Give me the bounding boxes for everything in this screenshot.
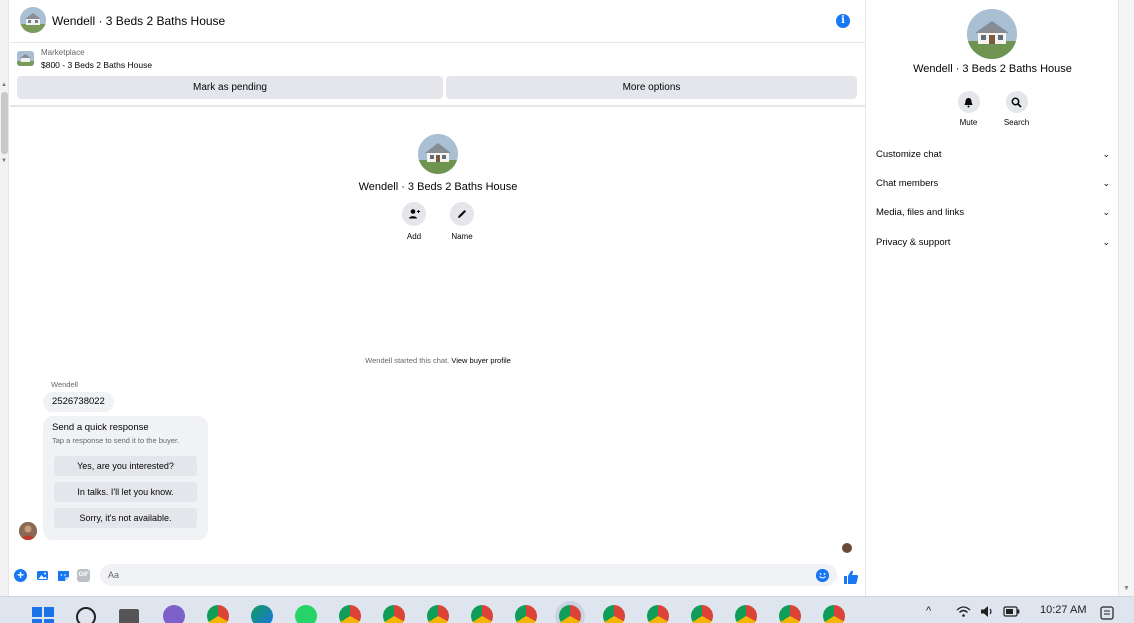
menu-item-label: Chat members — [876, 177, 939, 189]
profile-avatar[interactable] — [418, 134, 458, 174]
speaker-icon[interactable] — [980, 605, 994, 621]
listing-bar: Marketplace $800 - 3 Beds 2 Baths House … — [10, 44, 866, 107]
chrome-profile-icon[interactable] — [779, 605, 801, 623]
menu-customize-chat[interactable]: Customize chat ⌄ — [876, 143, 1110, 165]
chrome-profile-icon[interactable] — [823, 605, 845, 623]
edit-name-button[interactable]: Name — [450, 202, 474, 241]
message-composer: + GIF — [10, 563, 866, 587]
thumbs-up-icon[interactable] — [843, 569, 859, 584]
quick-response-title: Send a quick response — [52, 422, 149, 433]
message-sender-name: Wendell — [51, 380, 78, 389]
bell-icon — [957, 91, 980, 113]
edge-icon[interactable] — [251, 605, 273, 623]
chrome-profile-icon[interactable] — [339, 605, 361, 623]
plus-icon[interactable]: + — [14, 569, 27, 582]
task-view-icon[interactable] — [119, 609, 139, 623]
mute-button[interactable]: Mute — [957, 91, 981, 127]
windows-start-icon[interactable] — [32, 607, 54, 623]
chrome-profile-icon[interactable] — [515, 605, 537, 623]
gif-icon[interactable]: GIF — [77, 569, 90, 582]
add-person-icon — [402, 202, 426, 226]
menu-item-label: Customize chat — [876, 148, 942, 160]
chrome-profile-icon[interactable] — [427, 605, 449, 623]
add-label: Add — [406, 232, 422, 241]
photo-icon[interactable] — [36, 569, 49, 582]
menu-item-label: Privacy & support — [876, 236, 951, 248]
wifi-icon[interactable] — [956, 605, 971, 621]
chat-pane: Wendell · 3 Beds 2 Baths House i Marketp… — [10, 0, 866, 596]
listing-label: Marketplace — [41, 48, 85, 57]
mark-pending-button[interactable]: Mark as pending — [17, 76, 443, 99]
chevron-down-icon: ⌄ — [1102, 236, 1110, 247]
quick-response-option[interactable]: Yes, are you interested? — [54, 456, 197, 476]
message-bubble[interactable]: 2526738022 — [43, 392, 114, 412]
right-scrollbar[interactable]: ▼ — [1118, 0, 1134, 596]
chrome-profile-icon-active[interactable] — [559, 605, 581, 623]
left-scrollbar[interactable]: ▲ ▼ — [0, 0, 9, 596]
chat-header: Wendell · 3 Beds 2 Baths House i — [10, 0, 866, 43]
info-icon[interactable]: i — [836, 14, 850, 28]
search-conversation-button[interactable]: Search — [1003, 91, 1030, 127]
chevron-down-icon: ⌄ — [1102, 206, 1110, 217]
chrome-icon[interactable] — [207, 605, 229, 623]
add-people-button[interactable]: Add — [402, 202, 426, 241]
chat-profile-card: Wendell · 3 Beds 2 Baths House Add Name — [10, 134, 866, 241]
clock-time[interactable]: 10:27 AM — [1040, 604, 1086, 616]
sender-avatar[interactable] — [19, 522, 37, 540]
sticker-icon[interactable] — [57, 569, 70, 582]
details-name: Wendell · 3 Beds 2 Baths House — [913, 63, 1072, 75]
scroll-down-icon[interactable]: ▼ — [1123, 585, 1130, 592]
quick-response-subtitle: Tap a response to send it to the buyer. — [52, 436, 180, 445]
scroll-down-icon[interactable]: ▼ — [1, 158, 7, 164]
listing-thumbnail[interactable] — [17, 51, 34, 66]
scroll-thumb[interactable] — [1, 92, 8, 154]
emoji-icon[interactable] — [816, 569, 829, 582]
quick-response-option[interactable]: Sorry, it's not available. — [54, 508, 197, 528]
search-label: Search — [1003, 118, 1030, 127]
conversation-title[interactable]: Wendell · 3 Beds 2 Baths House — [52, 14, 225, 28]
chevron-up-icon[interactable]: ^ — [926, 605, 931, 617]
chevron-down-icon: ⌄ — [1102, 148, 1110, 159]
conversation-details-panel: Wendell · 3 Beds 2 Baths House Mute Sear… — [867, 0, 1118, 596]
menu-privacy-support[interactable]: Privacy & support ⌄ — [876, 231, 1110, 253]
quick-response-card: Send a quick response Tap a response to … — [43, 416, 208, 540]
message-input[interactable] — [100, 564, 837, 586]
chrome-profile-icon[interactable] — [603, 605, 625, 623]
chrome-profile-icon[interactable] — [647, 605, 669, 623]
taskbar: ^ 10:27 AM — [0, 596, 1134, 623]
listing-price-title[interactable]: $800 - 3 Beds 2 Baths House — [41, 60, 152, 70]
search-icon[interactable] — [76, 607, 96, 623]
started-text: Wendell started this chat. — [365, 356, 450, 365]
chrome-profile-icon[interactable] — [471, 605, 493, 623]
profile-name: Wendell · 3 Beds 2 Baths House — [358, 181, 518, 193]
scroll-up-icon[interactable]: ▲ — [1, 82, 7, 88]
seen-indicator-avatar — [842, 543, 852, 553]
name-label: Name — [451, 232, 473, 241]
teams-icon[interactable] — [163, 605, 185, 623]
menu-media-files-links[interactable]: Media, files and links ⌄ — [876, 201, 1110, 223]
mute-label: Mute — [959, 118, 978, 127]
view-buyer-profile-link[interactable]: View buyer profile — [451, 356, 510, 365]
conversation-avatar[interactable] — [20, 7, 46, 33]
menu-item-label: Media, files and links — [876, 206, 965, 218]
menu-chat-members[interactable]: Chat members ⌄ — [876, 172, 1110, 194]
notification-icon[interactable] — [1100, 606, 1114, 623]
chevron-down-icon: ⌄ — [1102, 177, 1110, 188]
chrome-profile-icon[interactable] — [691, 605, 713, 623]
battery-icon[interactable] — [1003, 606, 1020, 620]
pencil-icon — [450, 202, 474, 226]
chrome-profile-icon[interactable] — [383, 605, 405, 623]
search-icon — [1005, 91, 1028, 113]
chat-started-notice: Wendell started this chat. View buyer pr… — [10, 356, 866, 365]
quick-response-option[interactable]: In talks. I'll let you know. — [54, 482, 197, 502]
details-avatar[interactable] — [967, 9, 1017, 59]
more-options-button[interactable]: More options — [446, 76, 857, 99]
whatsapp-icon[interactable] — [295, 605, 317, 623]
chrome-profile-icon[interactable] — [735, 605, 757, 623]
